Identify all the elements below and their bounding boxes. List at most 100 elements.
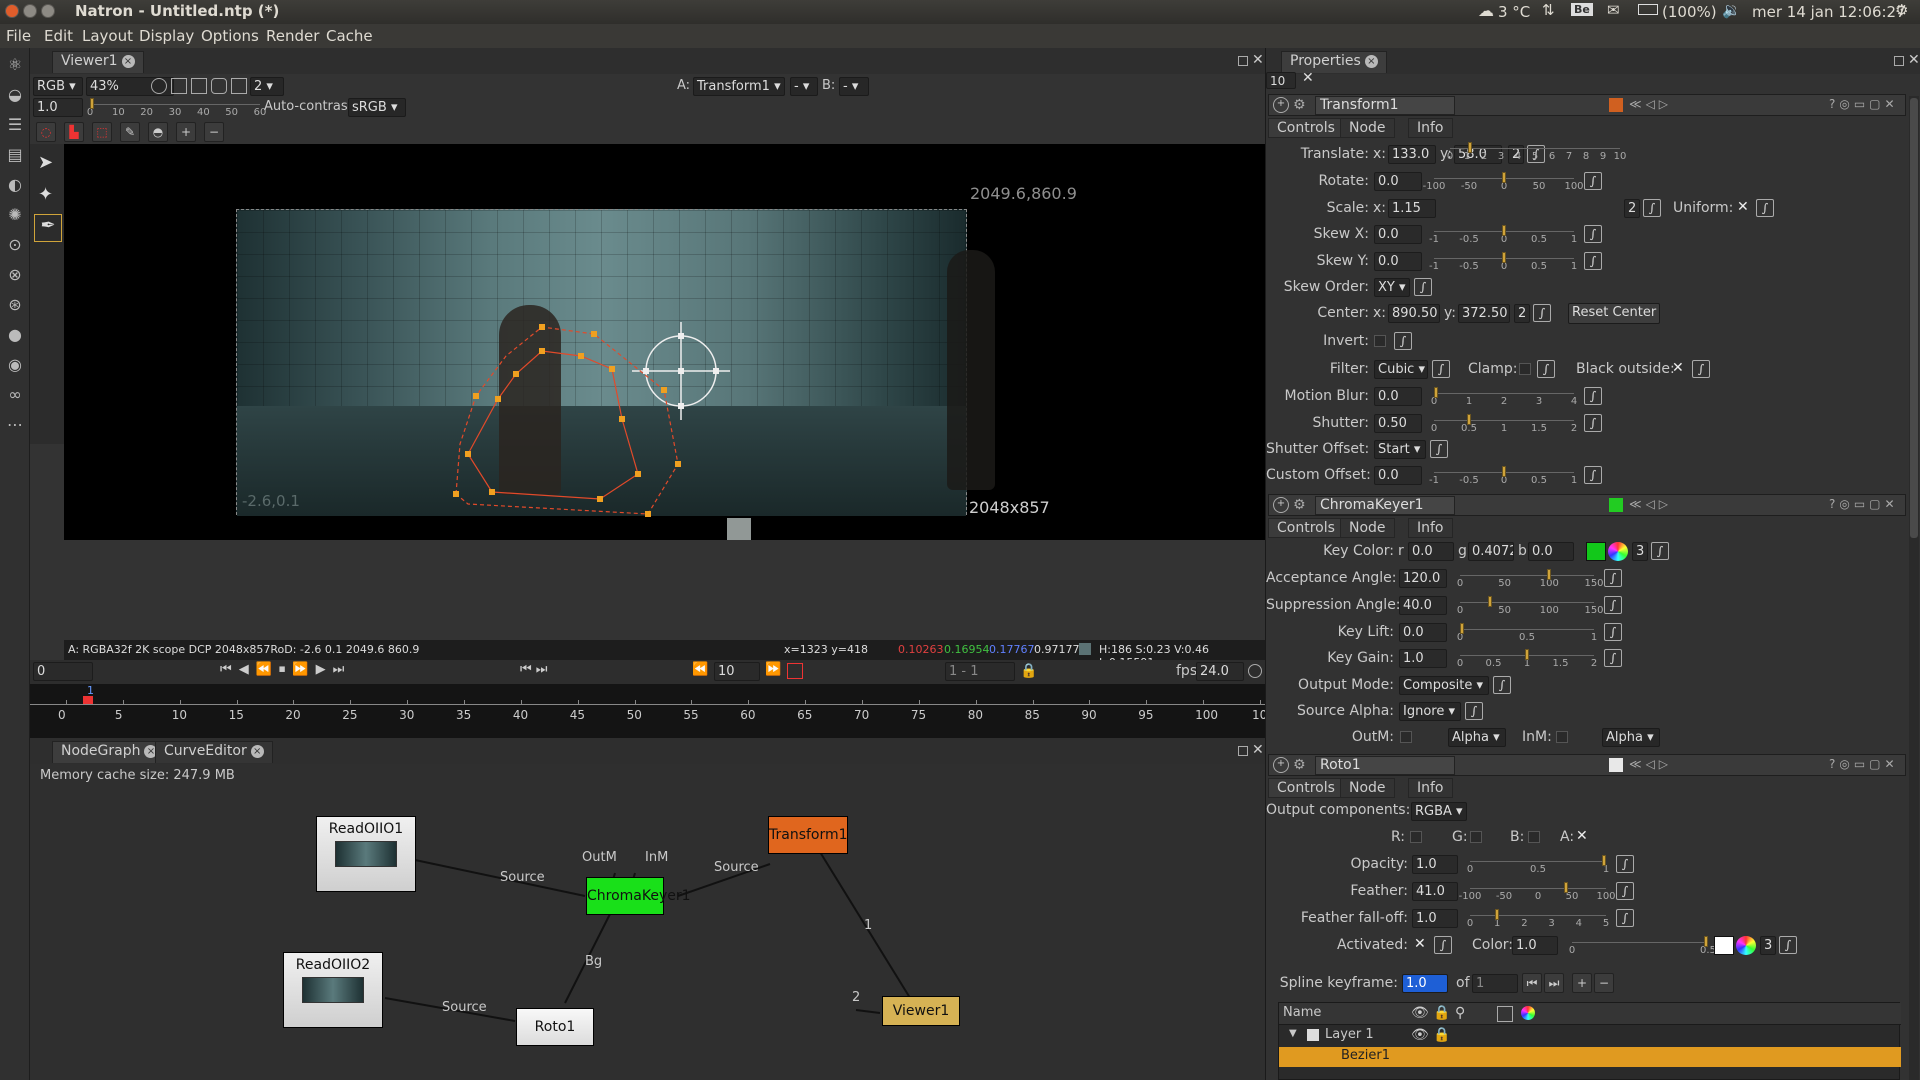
roto-bezier-shape[interactable] [455,326,679,515]
suppression-slider[interactable]: 0 50 100 150 [1457,596,1604,616]
node-readoiio2[interactable]: ReadOIIO2 [283,952,383,1028]
other-tool-icon[interactable]: ∞ [4,384,26,406]
tab-properties[interactable]: Properties × [1281,51,1387,73]
black-outside-curve-icon[interactable]: ∫ [1692,360,1710,378]
keycolor-curve-icon[interactable]: ∫ [1651,542,1669,560]
input-b-select[interactable]: - ▾ [839,77,869,96]
skewy-input[interactable]: 0.0 [1374,252,1422,271]
channel-r-checkbox[interactable] [1410,831,1422,843]
step-back-icon[interactable]: ⏪ [692,662,708,677]
keylift-input[interactable]: 0.0 [1399,623,1447,642]
layer-visible-icon[interactable]: 👁 [1411,1027,1429,1043]
roto1-undo-redo[interactable]: ≪◁▷ [1629,757,1672,771]
feather-slider[interactable]: -100 -50 0 50 100 [1459,882,1616,902]
slider-handle[interactable] [1487,596,1492,607]
scale-dims[interactable]: 2 [1624,199,1640,218]
close-tab-icon[interactable]: × [121,54,135,68]
keyer-tool-icon[interactable]: ⊙ [4,234,26,256]
roto1-tab-node[interactable]: Node [1340,778,1395,798]
slider-handle[interactable] [1502,172,1506,183]
customoffset-curve-icon[interactable]: ∫ [1584,466,1602,484]
filter-curve-icon[interactable]: ∫ [1432,360,1450,378]
lock-range-icon[interactable]: 🔒 [1020,663,1037,679]
rotate-input[interactable]: 0.0 [1374,172,1422,191]
merge-tool-icon[interactable]: ⊗ [4,264,26,286]
slider-handle[interactable] [1434,387,1438,398]
layer-row[interactable]: ▼ Layer 1 👁 🔒 [1279,1025,1901,1047]
keylift-slider[interactable]: 0 0.5 1 [1457,623,1597,643]
close-window-icon[interactable] [5,4,19,18]
properties-scroll-thumb[interactable] [1910,98,1918,538]
outputmode-curve-icon[interactable]: ∫ [1493,676,1511,694]
draw-tool-icon[interactable]: ◒ [4,84,26,106]
input-a-select[interactable]: Transform1 ▾ [693,77,785,96]
transform-tool-icon[interactable]: ⊛ [4,294,26,316]
timeline-cursor[interactable] [83,696,93,704]
menu-display[interactable]: Display [139,27,194,45]
spline-keyframe-input[interactable]: 1.0 [1402,974,1448,993]
bezier-tool-icon[interactable]: ✒ [34,214,62,242]
clamp-curve-icon[interactable]: ∫ [1537,360,1555,378]
clip-icon[interactable] [151,78,167,94]
time-tool-icon[interactable]: ☰ [4,114,26,136]
uniform-checkbox[interactable]: ✕ [1737,199,1749,215]
transform1-tab-controls[interactable]: Controls [1268,118,1344,138]
motionblur-input[interactable]: 0.0 [1374,387,1422,406]
skewy-slider[interactable]: -1 -0.5 0 0.5 1 [1429,252,1577,272]
falloff-input[interactable]: 1.0 [1412,909,1458,928]
falloff-curve-icon[interactable]: ∫ [1616,909,1634,927]
customoffset-slider[interactable]: -1 -0.5 0 0.5 1 [1429,466,1577,486]
center-x-input[interactable]: 890.50 [1388,304,1440,323]
shutter-slider[interactable]: 0 0.5 1 1.5 2 [1431,414,1577,434]
gain-input[interactable]: 1.0 [33,98,83,117]
roto-control-points[interactable] [453,324,681,517]
transform1-undo-redo[interactable]: ≪◁▷ [1629,97,1672,111]
gmic-tool-icon[interactable]: ◉ [4,354,26,376]
frame-range-input[interactable]: 1 - 1 [945,662,1015,681]
bezier-row[interactable]: Bezier1 [1279,1047,1901,1067]
proxy-icon[interactable] [231,78,247,94]
keyboard-layout[interactable]: Be [1571,3,1593,16]
chromakeyer1-tab-node[interactable]: Node [1340,518,1395,538]
scale-input[interactable]: 1.15 [1388,199,1436,218]
colorspace-select[interactable]: sRGB ▾ [348,98,406,117]
outm-channel-select[interactable]: Alpha ▾ [1448,728,1506,747]
inm-checkbox[interactable] [1556,731,1568,743]
composite-op-select[interactable]: - ▾ [790,77,818,96]
reset-center-button[interactable]: Reset Center [1568,303,1660,324]
menu-options[interactable]: Options [201,27,259,45]
color-tool-icon[interactable]: ◐ [4,174,26,196]
roto1-tab-info[interactable]: Info [1408,778,1453,798]
channel-tool-icon[interactable]: ▤ [4,144,26,166]
close-properties-icon[interactable]: ✕ [1908,52,1920,68]
shutter-curve-icon[interactable]: ∫ [1584,414,1602,432]
minimize-window-icon[interactable] [23,4,37,18]
loop-mode-icon[interactable] [787,663,803,679]
rotate-curve-icon[interactable]: ∫ [1584,172,1602,190]
uniform-curve-icon[interactable]: ∫ [1756,199,1774,217]
skewy-curve-icon[interactable]: ∫ [1584,252,1602,270]
keygain-input[interactable]: 1.0 [1399,649,1447,668]
slider-handle[interactable] [1602,855,1606,866]
feather-input[interactable]: 41.0 [1412,882,1458,901]
float-properties-icon[interactable] [1894,56,1904,66]
roto1-tab-controls[interactable]: Controls [1268,778,1344,798]
black-outside-checkbox[interactable]: ✕ [1672,360,1684,376]
acceptance-slider[interactable]: 0 50 100 150 [1457,569,1604,589]
filter-tool-icon[interactable]: ✺ [4,204,26,226]
float-pane-icon[interactable] [1238,56,1248,66]
transform1-center-icon[interactable]: + [1273,97,1289,113]
keycolor-swatch[interactable] [1586,542,1606,561]
roto1-window-controls[interactable]: ?◎▭▢✕ [1829,757,1899,771]
more-tools-icon[interactable]: ⋯ [4,414,26,436]
node-readoiio1[interactable]: ReadOIIO1 [316,816,416,892]
add-keyframe-icon[interactable]: + [1572,973,1592,993]
color-input[interactable]: 1.0 [1512,936,1558,955]
roto1-center-icon[interactable]: + [1273,757,1289,773]
frame-step-input[interactable]: 10 [714,662,760,681]
turbo-icon[interactable] [1248,664,1262,678]
slider-handle[interactable] [1467,414,1471,425]
keygain-curve-icon[interactable]: ∫ [1604,649,1622,667]
transform1-tab-node[interactable]: Node [1340,118,1395,138]
close-pane-icon[interactable]: ✕ [1252,52,1264,68]
